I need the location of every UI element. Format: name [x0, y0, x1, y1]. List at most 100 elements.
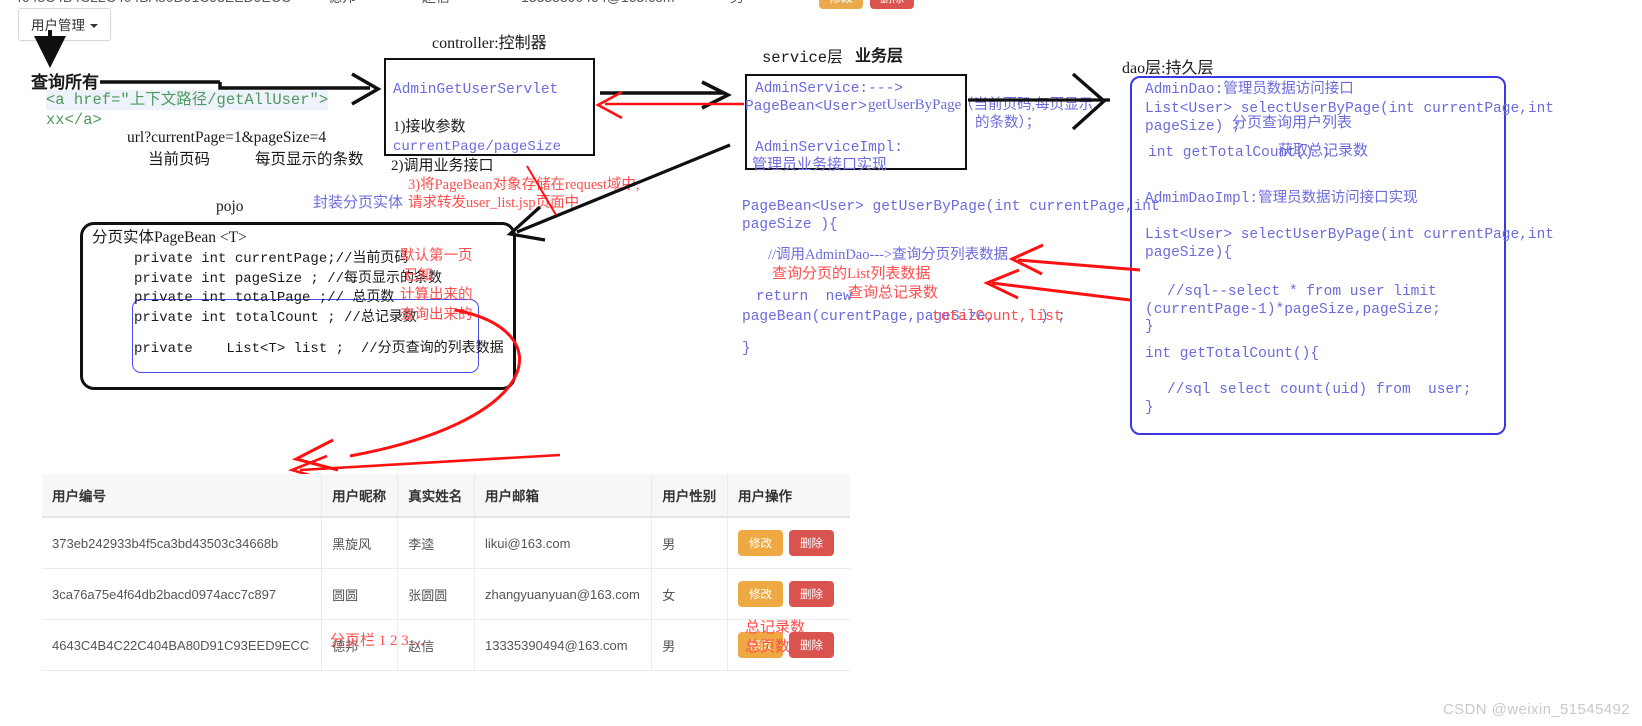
controller-step1: 1)接收参数: [393, 119, 466, 135]
cut-row-edit-button[interactable]: 修改: [819, 0, 864, 9]
pojo-field-0: private int currentPage;//当前页码: [134, 251, 409, 267]
cut-off-table-row: 4643C4B4C22C404BA80D91C93EED9ECC 德邦 赵信 1…: [0, 0, 1642, 17]
entry-url-note-page-size: 每页显示的条数: [255, 151, 364, 168]
cell-email: likui@163.com: [474, 517, 653, 569]
service-impl-line2: 管理员业务接口实现: [752, 157, 888, 173]
cell-gender: 男: [651, 619, 728, 671]
dao-impl-close2: }: [1145, 400, 1154, 416]
pojo-caption-note: 封装分页实体: [313, 195, 404, 211]
delete-button[interactable]: 删除: [789, 530, 834, 556]
edit-button[interactable]: 修改: [738, 581, 783, 607]
col-header-gender: 用户性别: [651, 474, 728, 518]
pojo-field-2-note: 计算出来的: [400, 287, 473, 303]
service-body-close: }: [742, 341, 751, 357]
dao-iface-title: AdminDao:管理员数据访问接口: [1145, 82, 1354, 98]
pojo-field-4: private List<T> list ; //分页查询的列表数据: [134, 341, 504, 357]
nav-dropdown-label: 用户管理: [31, 18, 85, 33]
cell-user-id: 4643C4B4C22C404BA80D91C93EED9ECC: [42, 619, 323, 671]
cell-user-id: 3ca76a75e4f64db2bacd0974acc7c897: [42, 568, 323, 620]
dao-impl-sql1-a: //sql--select * from user limit: [1167, 284, 1437, 300]
cell-gender: 男: [651, 517, 728, 569]
cell-email: zhangyuanyuan@163.com: [474, 568, 653, 620]
service-caption-cn: 业务层: [855, 48, 904, 65]
pojo-field-3-note: 查询出来的: [400, 307, 473, 323]
cell-gender: 女: [651, 568, 728, 620]
annotation-pager: 分页栏 1 2 3 ...: [330, 633, 424, 649]
col-header-user-id: 用户编号: [42, 474, 323, 518]
pojo-field-1: private int pageSize ; //每页显示的条数: [134, 271, 443, 287]
dao-impl-method1-a: List<User> selectUserByPage(int currentP…: [1145, 227, 1554, 243]
dao-impl-sql1-b: (currentPage-1)*pageSize,pageSize;: [1145, 302, 1441, 318]
service-body-note-list: 查询分页的List列表数据: [772, 266, 931, 282]
users-table-container: 用户编号 用户昵称 真实姓名 用户邮箱 用户性别 用户操作 373eb24293…: [42, 474, 850, 671]
table-row: 3ca76a75e4f64db2bacd0974acc7c897 圆圆 张圆圆 …: [42, 568, 850, 620]
entry-code-line1: <a href="上下文路径/getAllUser">: [46, 90, 329, 111]
cut-row-gender: 男: [716, 0, 805, 7]
table-row: 373eb242933b4f5ca3bd43503c34668b 黑旋风 李逵 …: [42, 517, 850, 569]
nav-dropdown-user-management[interactable]: 用户管理: [18, 8, 111, 41]
cut-row-nick: 德邦: [314, 0, 408, 7]
service-body-return: return new: [756, 289, 852, 305]
cell-nickname: 圆圆: [321, 568, 399, 620]
delete-button[interactable]: 删除: [789, 581, 834, 607]
dao-iface-method1-b: pageSize) ;: [1145, 119, 1241, 135]
cut-row-id: 4643C4B4C22C404BA80D91C93EED9ECC: [0, 0, 314, 5]
watermark: CSDN @weixin_51545492: [1442, 701, 1630, 718]
controller-step3-line2: 请求转发user_list.jsp页面中: [408, 195, 580, 211]
cell-email: 13335390494@163.com: [474, 619, 653, 671]
controller-step3-line1: 3)将PageBean对象存储在request域中,: [408, 177, 640, 193]
users-table-head: 用户编号 用户昵称 真实姓名 用户邮箱 用户性别 用户操作: [42, 474, 850, 518]
service-iface-params-cont: 的条数）；: [975, 115, 1041, 131]
controller-step2: 2)调用业务接口: [391, 158, 494, 174]
service-body-sig1: PageBean<User> getUserByPage(int current…: [742, 199, 1160, 215]
dao-impl-method1-b: pageSize){: [1145, 245, 1233, 261]
cell-user-id: 373eb242933b4f5ca3bd43503c34668b: [42, 517, 323, 569]
cut-row-delete-button[interactable]: 删除: [870, 0, 915, 9]
cut-row-email: 13335390494@163.com: [507, 0, 716, 5]
table-header-row: 用户编号 用户昵称 真实姓名 用户邮箱 用户性别 用户操作: [42, 474, 850, 518]
pojo-title: 分页实体PageBean <T>: [92, 229, 247, 246]
dao-impl-method2: int getTotalCount(){: [1145, 346, 1320, 362]
diagram-canvas: 4643C4B4C22C404BA80D91C93EED9ECC 德邦 赵信 1…: [0, 0, 1642, 726]
annotation-total-page: 总页数..: [745, 639, 798, 655]
service-iface-method: getUserByPage: [868, 97, 962, 113]
service-iface-return-type: PageBean<User>: [745, 99, 867, 115]
dao-impl-close1: }: [1145, 319, 1154, 335]
cell-nickname: 黑旋风: [321, 517, 399, 569]
col-header-actions: 用户操作: [727, 474, 850, 518]
chevron-down-icon: [90, 24, 98, 29]
cell-actions: 修改 删除: [727, 568, 850, 620]
annotation-total-count: 总记录数: [745, 620, 806, 636]
table-row: 4643C4B4C22C404BA80D91C93EED9ECC 德邦 赵信 1…: [42, 619, 850, 671]
service-iface-params: （当前页码,每页显示: [959, 97, 1094, 113]
users-table: 用户编号 用户昵称 真实姓名 用户邮箱 用户性别 用户操作 373eb24293…: [42, 474, 850, 671]
dao-impl-sql2: //sql select count(uid) from user;: [1167, 382, 1472, 398]
controller-class-name: AdminGetUserServlet: [393, 82, 559, 98]
pojo-field-0-note: 默认第一页: [400, 248, 473, 264]
users-table-body: 373eb242933b4f5ca3bd43503c34668b 黑旋风 李逵 …: [42, 517, 850, 671]
pojo-field-2: private int totalPage ;// 总页数: [134, 290, 395, 306]
controller-caption: controller:控制器: [432, 35, 547, 52]
entry-url-note-current-page: 当前页码: [148, 151, 211, 168]
pojo-caption: pojo: [216, 198, 244, 215]
edit-button[interactable]: 修改: [738, 530, 783, 556]
controller-step1-params: currentPage/pageSize: [393, 139, 562, 155]
col-header-realname: 真实姓名: [397, 474, 475, 518]
cut-row-name: 赵信: [408, 0, 507, 7]
entry-code-line2: xx</a>: [46, 111, 102, 129]
cell-realname: 李逵: [397, 517, 475, 569]
entry-url-line: url?currentPage=1&pageSize=4: [127, 129, 327, 146]
service-body-note-count: 查询总记录数: [848, 285, 939, 301]
dao-iface-method1-note: 分页查询用户列表: [1232, 115, 1353, 131]
pojo-field-3: private int totalCount ; //总记录数: [134, 310, 417, 326]
service-body-pagebean-args-end: ) ;: [1040, 309, 1067, 325]
cell-realname: 张圆圆: [397, 568, 475, 620]
service-body-sig2: pageSize ){: [742, 217, 838, 233]
pojo-field-1-note: 已知: [404, 268, 433, 284]
dao-impl-title: AdmimDaoImpl:管理员数据访问接口实现: [1145, 191, 1418, 207]
service-caption-en: service层: [762, 49, 843, 67]
col-header-nickname: 用户昵称: [321, 474, 399, 518]
cell-actions: 修改 删除: [727, 517, 850, 569]
dao-iface-method2-note: 获取总记录数: [1278, 143, 1369, 159]
service-body-comment: //调用AdminDao--->查询分页列表数据: [768, 247, 1009, 263]
